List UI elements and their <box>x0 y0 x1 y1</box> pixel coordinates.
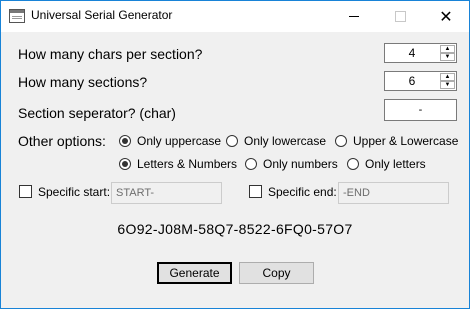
chars-per-section-stepper[interactable]: 4 ▲ ▼ <box>384 43 457 63</box>
only-uppercase-label[interactable]: Only uppercase <box>137 134 221 148</box>
only-numbers-label[interactable]: Only numbers <box>263 157 338 171</box>
other-options-label: Other options: <box>18 133 106 149</box>
minimize-button[interactable] <box>331 1 377 32</box>
radio-letters-numbers[interactable] <box>119 158 131 170</box>
minimize-icon <box>349 16 359 17</box>
chars-per-section-value[interactable]: 4 <box>385 46 439 60</box>
close-button[interactable]: ✕ <box>423 1 469 32</box>
generate-button[interactable]: Generate <box>157 262 232 284</box>
chars-up-arrow-icon[interactable]: ▲ <box>440 45 455 53</box>
separator-label: Section seperator? (char) <box>18 105 176 121</box>
only-letters-label[interactable]: Only letters <box>365 157 426 171</box>
sections-down-arrow-icon[interactable]: ▼ <box>440 81 455 89</box>
app-icon <box>9 9 25 23</box>
specific-end-label[interactable]: Specific end: <box>268 185 337 199</box>
radio-only-uppercase[interactable] <box>119 135 131 147</box>
sections-up-arrow-icon[interactable]: ▲ <box>440 73 455 81</box>
copy-button[interactable]: Copy <box>239 262 314 284</box>
title-bar[interactable]: Universal Serial Generator ✕ <box>1 1 469 32</box>
app-window: Universal Serial Generator ✕ How many ch… <box>0 0 470 309</box>
specific-start-checkbox[interactable] <box>19 185 32 198</box>
close-icon: ✕ <box>439 6 453 26</box>
specific-end-input[interactable]: -END <box>338 182 449 204</box>
chars-down-arrow-icon[interactable]: ▼ <box>440 53 455 61</box>
letters-numbers-label[interactable]: Letters & Numbers <box>137 157 237 171</box>
sections-count-value[interactable]: 6 <box>385 74 439 88</box>
specific-end-checkbox[interactable] <box>249 185 262 198</box>
only-lowercase-label[interactable]: Only lowercase <box>244 134 326 148</box>
maximize-button <box>377 1 423 32</box>
window-title: Universal Serial Generator <box>31 8 173 22</box>
sections-count-label: How many sections? <box>18 74 148 90</box>
maximize-icon <box>394 11 406 22</box>
radio-only-lowercase[interactable] <box>226 135 238 147</box>
radio-only-letters[interactable] <box>347 158 359 170</box>
sections-count-stepper[interactable]: 6 ▲ ▼ <box>384 71 457 91</box>
chars-per-section-label: How many chars per section? <box>18 46 203 62</box>
radio-upper-lowercase[interactable] <box>335 135 347 147</box>
separator-input[interactable]: - <box>384 99 457 121</box>
generated-serial: 6O92-J08M-58Q7-8522-6FQ0-57O7 <box>117 221 353 237</box>
specific-start-label[interactable]: Specific start: <box>38 185 110 199</box>
specific-start-input[interactable]: START- <box>111 182 222 204</box>
radio-only-numbers[interactable] <box>245 158 257 170</box>
upper-lowercase-label[interactable]: Upper & Lowercase <box>353 134 458 148</box>
